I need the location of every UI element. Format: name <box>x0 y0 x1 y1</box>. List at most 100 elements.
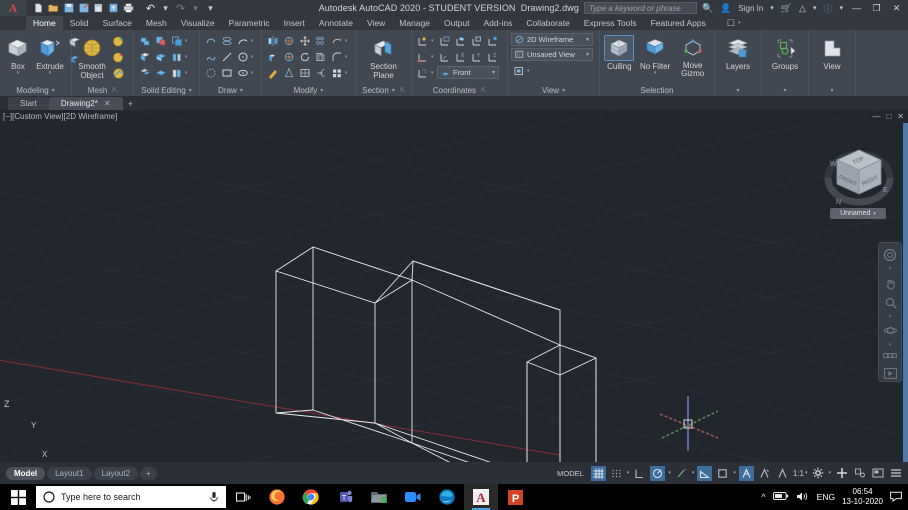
help-icon[interactable]: ⓘ <box>821 2 834 15</box>
battery-icon[interactable] <box>772 491 789 503</box>
publish-icon[interactable] <box>107 2 120 15</box>
extrude-face-icon[interactable] <box>265 49 280 64</box>
restore-window-button[interactable]: ❐ <box>868 0 885 16</box>
orbit-dropdown-icon[interactable]: ▾ <box>889 342 892 348</box>
viewport-config-dropdown-icon[interactable]: ▾ <box>527 68 532 74</box>
steering-wheel-icon[interactable] <box>881 247 899 263</box>
zoom-icon[interactable] <box>881 294 899 310</box>
panel-title-mesh[interactable]: Mesh ⇱ <box>72 84 133 96</box>
viewport-label[interactable]: [−][Custom View][2D Wireframe] <box>0 110 908 123</box>
customization-menu-icon[interactable] <box>888 466 903 481</box>
snap-mode-toggle[interactable] <box>609 466 624 481</box>
close-icon[interactable]: ✕ <box>104 99 111 108</box>
trim-icon[interactable] <box>313 65 328 80</box>
3d-scale-icon[interactable] <box>281 65 296 80</box>
ribbon-tab-insert[interactable]: Insert <box>277 16 312 30</box>
undo-dropdown-icon[interactable]: ▾ <box>159 2 172 15</box>
ucs-previous-icon[interactable] <box>415 65 430 80</box>
undo-icon[interactable]: ↶ <box>144 2 157 15</box>
box-button[interactable]: Box ▾ <box>3 33 33 76</box>
revision-cloud-icon[interactable] <box>203 65 218 80</box>
navigation-bar[interactable]: ▾ ▾ ▾ <box>878 242 902 382</box>
show-hidden-icons-icon[interactable]: ^ <box>761 492 765 502</box>
document-tab-start[interactable]: Start <box>8 97 49 110</box>
panel-title-groups[interactable]: ▾ <box>762 84 808 96</box>
task-view-icon[interactable] <box>226 484 260 510</box>
ortho-mode-toggle[interactable] <box>674 466 689 481</box>
pan-icon[interactable] <box>881 275 899 291</box>
ribbon-tab-addins[interactable]: Add-ins <box>476 16 519 30</box>
taskbar-search-input[interactable]: Type here to search <box>36 486 226 508</box>
draw-row3-dropdown-icon[interactable]: ▾ <box>251 70 256 76</box>
volume-icon[interactable] <box>796 491 810 504</box>
model-space-indicator[interactable]: MODEL <box>553 469 588 478</box>
union-icon[interactable] <box>137 33 152 48</box>
move-icon[interactable] <box>297 33 312 48</box>
viewport-config-icon[interactable] <box>511 63 526 78</box>
zoom-app-icon[interactable] <box>396 484 430 510</box>
panel-title-modify[interactable]: Modify ▾ <box>262 84 355 96</box>
dynamic-input-toggle[interactable] <box>650 465 666 481</box>
imprint-icon[interactable] <box>169 65 184 80</box>
ribbon-tab-express-tools[interactable]: Express Tools <box>577 16 644 30</box>
intersect-icon[interactable] <box>169 33 184 48</box>
autodesk-a360-icon[interactable]: △ <box>797 3 808 14</box>
viewport-minimize-icon[interactable]: — <box>872 112 880 121</box>
save-file-icon[interactable] <box>62 2 75 15</box>
ribbon-tab-visualize[interactable]: Visualize <box>174 16 222 30</box>
ucs-3point-icon[interactable] <box>437 49 452 64</box>
block-icon[interactable] <box>329 65 344 80</box>
workspace-dropdown-icon[interactable]: ▾ <box>828 470 831 476</box>
panel-title-section[interactable]: Section ▾ ⇱ <box>356 84 411 96</box>
viewport-restore-icon[interactable]: □ <box>886 112 891 121</box>
lineweight-toggle[interactable] <box>757 466 772 481</box>
panel-title-view[interactable]: View ▾ <box>508 84 599 96</box>
ribbon-workspace-icon[interactable]: ☐ <box>727 18 735 29</box>
transparency-toggle[interactable] <box>775 466 790 481</box>
infer-constraints-toggle[interactable] <box>632 466 647 481</box>
view-combo[interactable]: Unsaved View ▾ <box>511 48 593 61</box>
ucs-world-dropdown-icon[interactable]: ▾ <box>431 38 436 44</box>
solid-edit-face-icon[interactable] <box>137 49 152 64</box>
fillet-icon[interactable] <box>329 49 344 64</box>
action-center-icon[interactable] <box>890 491 902 504</box>
smooth-object-button[interactable]: Smooth Object <box>75 33 109 80</box>
3d-align-icon[interactable] <box>281 33 296 48</box>
view-cube[interactable]: S W E N TOP FRONT RIGHT Unnamed ▾ <box>818 132 900 220</box>
infocenter-search-input[interactable]: Type a keyword or phrase <box>583 2 697 14</box>
isolate-objects-icon[interactable] <box>834 466 849 481</box>
3d-move-gizmo-icon[interactable] <box>281 49 296 64</box>
workspace-switching-icon[interactable] <box>810 466 825 481</box>
chevron-down-icon[interactable]: ▾ <box>873 211 876 217</box>
ribbon-tab-solid[interactable]: Solid <box>63 16 96 30</box>
a360-dropdown-icon[interactable]: ▾ <box>811 4 819 12</box>
solid-editing-row3-dropdown-icon[interactable]: ▾ <box>185 70 190 76</box>
ucs-x-icon[interactable]: X <box>453 49 468 64</box>
panel-title-modeling[interactable]: Modeling ▾ <box>0 84 71 96</box>
slice-icon[interactable] <box>153 49 168 64</box>
print-icon[interactable] <box>122 2 135 15</box>
polar-tracking-toggle[interactable] <box>697 465 713 481</box>
panel-title-selection[interactable]: Selection <box>600 84 714 96</box>
ucs-y-icon[interactable]: Y <box>469 49 484 64</box>
minimize-window-button[interactable]: — <box>848 0 865 16</box>
extrude-dropdown-icon[interactable]: ▾ <box>49 71 52 76</box>
qat-customize-icon[interactable]: ▾ <box>204 2 217 15</box>
ucs-view-icon[interactable] <box>485 33 500 48</box>
save-as-icon[interactable] <box>77 2 90 15</box>
zoom-dropdown-icon[interactable]: ▾ <box>889 314 892 320</box>
panel-title-draw[interactable]: Draw ▾ <box>200 84 261 96</box>
no-filter-dropdown-icon[interactable]: ▾ <box>654 71 657 76</box>
solid-editing-row2-dropdown-icon[interactable]: ▾ <box>185 54 190 60</box>
arc-icon[interactable] <box>235 33 250 48</box>
layout-tab-model[interactable]: Model <box>6 466 46 480</box>
teams-icon[interactable]: T <box>328 484 362 510</box>
modify-row3-dropdown-icon[interactable]: ▾ <box>345 70 350 76</box>
firefox-icon[interactable] <box>260 484 294 510</box>
autocad-icon[interactable]: A <box>464 484 498 510</box>
ucs-named-icon[interactable] <box>437 33 452 48</box>
rectangle-icon[interactable] <box>219 65 234 80</box>
viewport-close-icon[interactable]: ✕ <box>897 112 904 121</box>
file-explorer-icon[interactable] <box>362 484 396 510</box>
viewcube-ucs-menu[interactable]: Unnamed ▾ <box>830 208 886 219</box>
